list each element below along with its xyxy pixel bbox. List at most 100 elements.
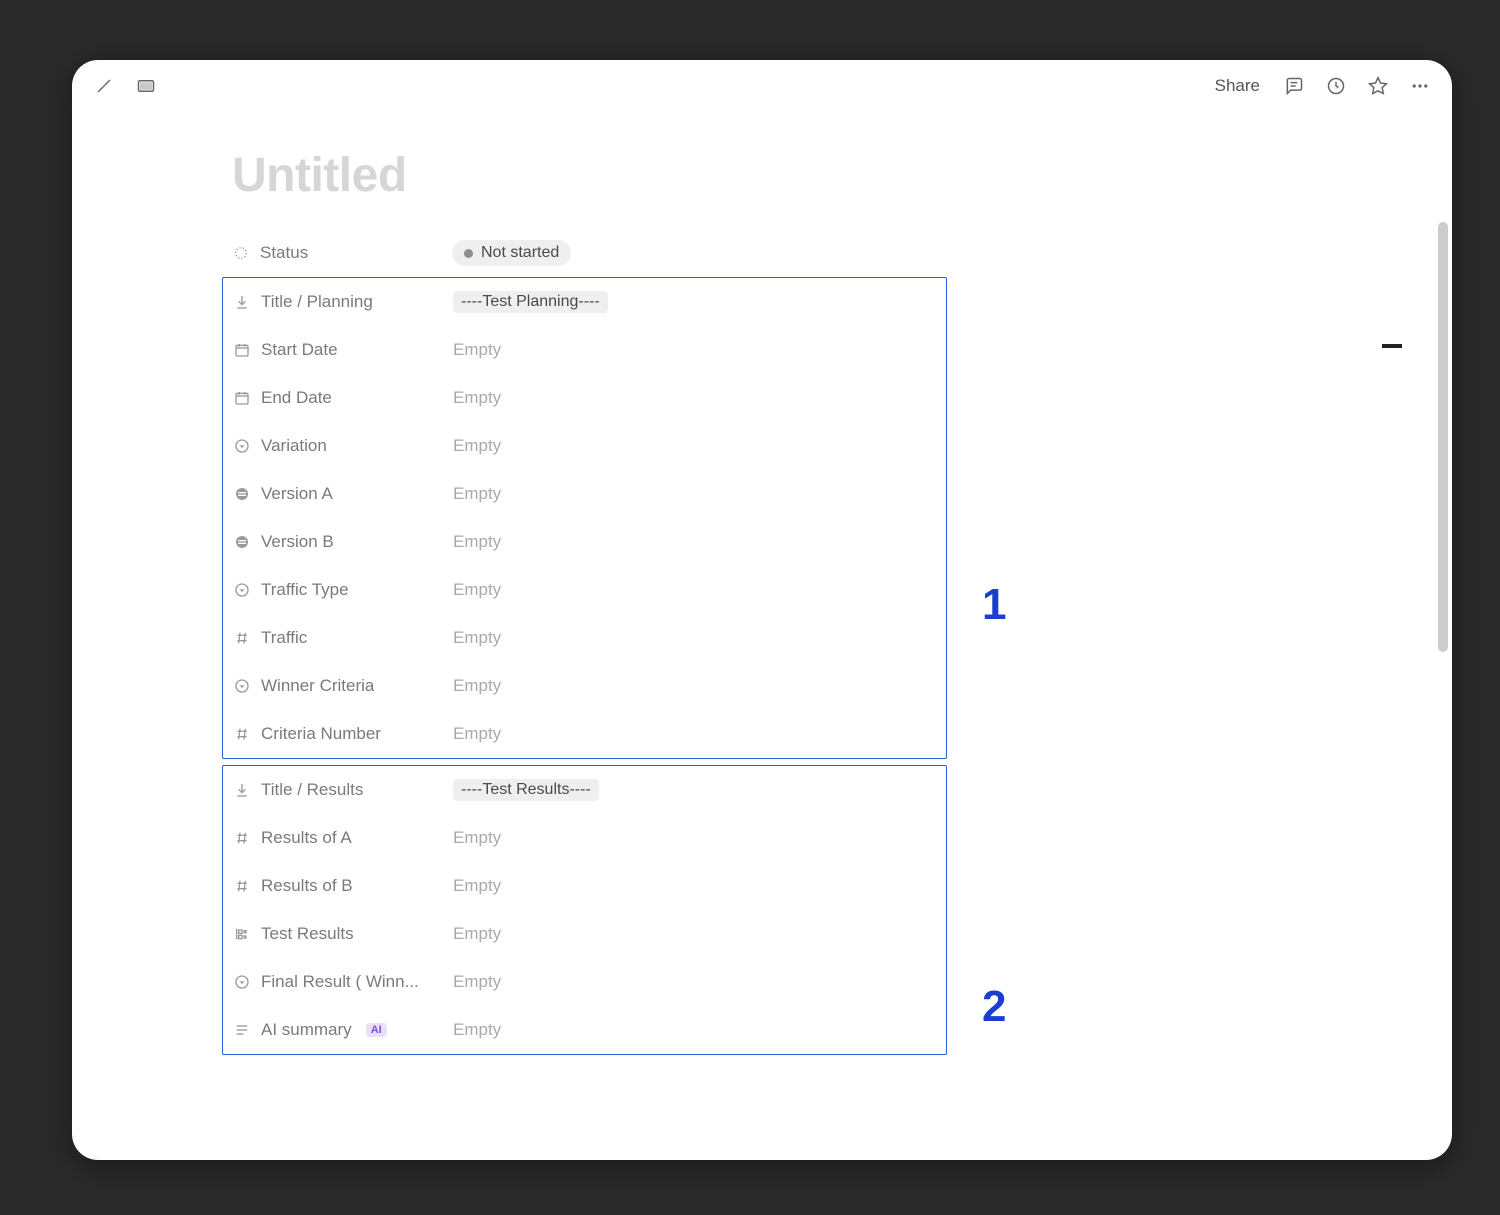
prop-label[interactable]: Traffic [233, 628, 453, 648]
prop-label[interactable]: End Date [233, 388, 453, 408]
empty-placeholder: Empty [453, 972, 501, 991]
prop-value[interactable]: Empty [453, 724, 946, 744]
prop-value[interactable]: Empty [453, 1020, 946, 1040]
prop-row: Version A Empty [223, 470, 946, 518]
prop-value[interactable]: Empty [453, 388, 946, 408]
prop-label-text: Title / Results [261, 780, 363, 800]
download-icon [233, 293, 251, 311]
prop-value[interactable]: Empty [453, 532, 946, 552]
expand-icon[interactable] [90, 72, 118, 100]
prop-value[interactable]: Empty [453, 436, 946, 456]
prop-label-status[interactable]: Status [232, 243, 452, 263]
prop-row-status: Status Not started [222, 229, 947, 277]
prop-label[interactable]: Final Result ( Winn... [233, 972, 453, 992]
prop-label-text: Results of B [261, 876, 353, 896]
prop-value[interactable]: Empty [453, 340, 946, 360]
value-tag: ----Test Planning---- [453, 291, 608, 313]
prop-row: Final Result ( Winn... Empty [223, 958, 946, 1006]
date-icon [233, 389, 251, 407]
select-icon [233, 437, 251, 455]
status-pill: Not started [452, 240, 571, 266]
prop-label-text: Criteria Number [261, 724, 381, 744]
ai-badge: AI [366, 1023, 387, 1037]
more-icon[interactable] [1406, 72, 1434, 100]
prop-label[interactable]: Traffic Type [233, 580, 453, 600]
prop-value[interactable]: Empty [453, 628, 946, 648]
empty-placeholder: Empty [453, 436, 501, 455]
page: Untitled Status Not started Title / [222, 112, 947, 1055]
prop-value[interactable]: Empty [453, 972, 946, 992]
prop-label[interactable]: Criteria Number [233, 724, 453, 744]
content-area: Untitled Status Not started Title / [72, 112, 1452, 1160]
empty-placeholder: Empty [453, 388, 501, 407]
empty-placeholder: Empty [453, 340, 501, 359]
collapse-handle[interactable] [1382, 344, 1402, 348]
date-icon [233, 341, 251, 359]
prop-label-text: Traffic Type [261, 580, 349, 600]
text-icon [233, 1021, 251, 1039]
prop-row: Winner Criteria Empty [223, 662, 946, 710]
annotation-label-1: 1 [982, 580, 1006, 630]
empty-placeholder: Empty [453, 924, 501, 943]
share-button[interactable]: Share [1209, 72, 1266, 100]
prop-row: Test Results Empty [223, 910, 946, 958]
prop-label-text: Version B [261, 532, 334, 552]
prop-row: VariationEmpty [223, 422, 946, 470]
updates-icon[interactable] [1322, 72, 1350, 100]
prop-value[interactable]: Empty [453, 484, 946, 504]
prop-value[interactable]: Empty [453, 676, 946, 696]
prop-label[interactable]: Title / Results [233, 780, 453, 800]
prop-row: Criteria Number Empty [223, 710, 946, 758]
prop-row: Version B Empty [223, 518, 946, 566]
prop-label-text: End Date [261, 388, 332, 408]
empty-placeholder: Empty [453, 724, 501, 743]
prop-label[interactable]: Results of B [233, 876, 453, 896]
prop-label[interactable]: Variation [233, 436, 453, 456]
topbar: Share [72, 60, 1452, 112]
scrollbar[interactable] [1438, 222, 1448, 652]
empty-placeholder: Empty [453, 628, 501, 647]
prop-label[interactable]: Winner Criteria [233, 676, 453, 696]
prop-label-text: Test Results [261, 924, 354, 944]
prop-label-text: Final Result ( Winn... [261, 972, 419, 992]
prop-label-text: Traffic [261, 628, 307, 648]
prop-row: Traffic Empty [223, 614, 946, 662]
empty-placeholder: Empty [453, 484, 501, 503]
prop-label[interactable]: Start Date [233, 340, 453, 360]
prop-label[interactable]: Test Results [233, 924, 453, 944]
prop-label[interactable]: AI summaryAI [233, 1020, 453, 1040]
prop-label[interactable]: Title / Planning [233, 292, 453, 312]
prop-value[interactable]: Empty [453, 924, 946, 944]
prop-value[interactable]: Empty [453, 580, 946, 600]
number-icon [233, 877, 251, 895]
prop-value[interactable]: Empty [453, 828, 946, 848]
empty-placeholder: Empty [453, 828, 501, 847]
prop-label-text: Winner Criteria [261, 676, 374, 696]
annotation-box-2: Title / Results ----Test Results---- Resul… [222, 765, 947, 1055]
download-icon [233, 781, 251, 799]
prop-label[interactable]: Version A [233, 484, 453, 504]
prop-row: Results of A Empty [223, 814, 946, 862]
prop-label[interactable]: Version B [233, 532, 453, 552]
prop-value[interactable]: ----Test Results---- [453, 779, 946, 801]
formula-icon [233, 925, 251, 943]
prop-row: End Date Empty [223, 374, 946, 422]
page-window: Share Untitled [72, 60, 1452, 1160]
prop-row: Start DateEmpty [223, 326, 946, 374]
select-icon [233, 677, 251, 695]
prop-value[interactable]: ----Test Planning---- [453, 291, 946, 313]
prop-label[interactable]: Results of A [233, 828, 453, 848]
prop-row: Title / Planning----Test Planning---- [223, 278, 946, 326]
comments-icon[interactable] [1280, 72, 1308, 100]
peek-mode-icon[interactable] [132, 72, 160, 100]
prop-value-status[interactable]: Not started [452, 240, 947, 266]
select-icon [233, 581, 251, 599]
prop-value[interactable]: Empty [453, 876, 946, 896]
status-icon [232, 244, 250, 262]
prop-label-text: Results of A [261, 828, 352, 848]
page-title[interactable]: Untitled [232, 148, 947, 203]
empty-placeholder: Empty [453, 580, 501, 599]
favorite-icon[interactable] [1364, 72, 1392, 100]
empty-placeholder: Empty [453, 1020, 501, 1039]
prop-label-text: Version A [261, 484, 333, 504]
